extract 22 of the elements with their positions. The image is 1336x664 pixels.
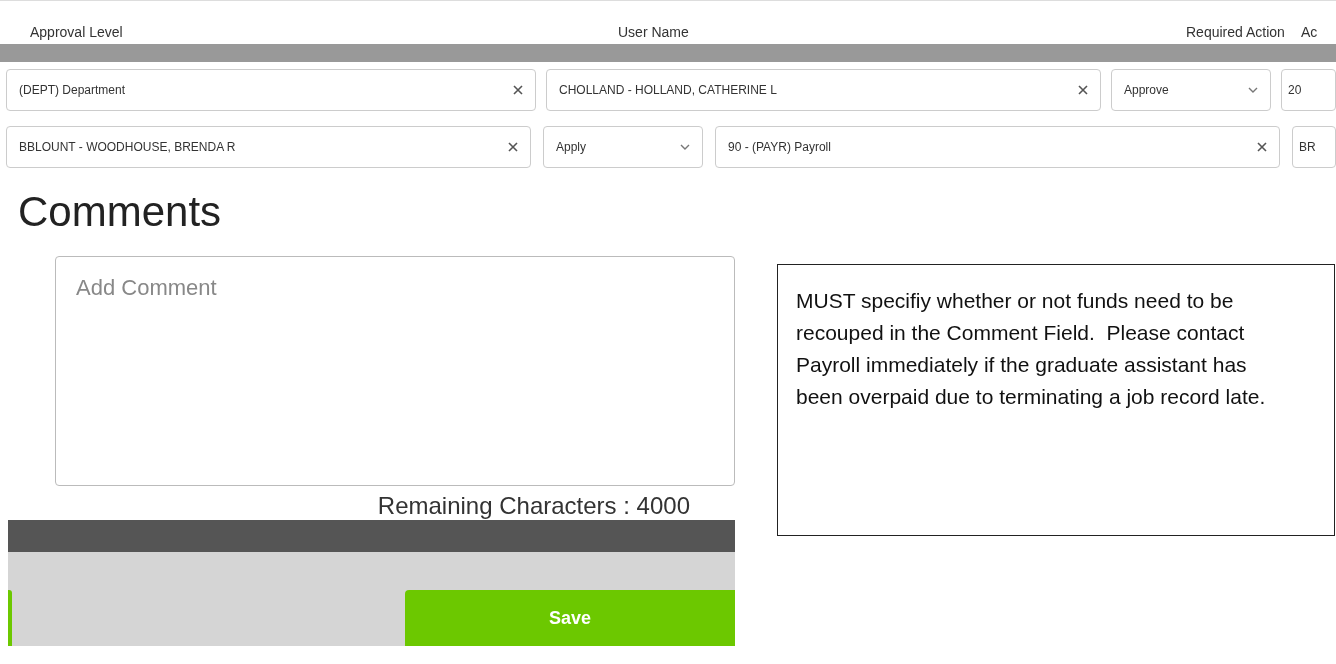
select-field[interactable]: BBLOUNT - WOODHOUSE, BRENDA R xyxy=(6,126,531,168)
clear-icon[interactable] xyxy=(1257,142,1267,152)
table-cell: 20 xyxy=(1281,69,1336,111)
select-field[interactable]: Approve xyxy=(1111,69,1271,111)
table-cell: BR xyxy=(1292,126,1336,168)
select-field[interactable]: Apply xyxy=(543,126,703,168)
note-box: MUST specifiy whether or not funds need to be recouped in the Comment Field. Please contact Payroll immediately if the graduate assistant has been overpaid due to terminating a job record late. xyxy=(777,264,1335,536)
clear-icon[interactable] xyxy=(513,85,523,95)
character-counter: Remaining Characters : 4000 xyxy=(377,492,690,520)
caret-icon[interactable] xyxy=(680,144,690,150)
clear-icon[interactable] xyxy=(508,142,518,152)
column-header: Required Action xyxy=(1185,24,1286,40)
column-header: Ac xyxy=(1300,24,1319,40)
clear-icon[interactable] xyxy=(1078,85,1088,95)
select-field[interactable]: 90 - (PAYR) Payroll xyxy=(715,126,1280,168)
select-field[interactable]: CHOLLAND - HOLLAND, CATHERINE L xyxy=(546,69,1101,111)
column-header: Approval Level xyxy=(29,24,124,40)
section-title: Comments xyxy=(18,188,223,236)
column-header: User Name xyxy=(617,24,690,40)
caret-icon[interactable] xyxy=(1248,87,1258,93)
select-field[interactable]: (DEPT) Department xyxy=(6,69,536,111)
comment-field[interactable]: Add Comment xyxy=(55,256,735,486)
